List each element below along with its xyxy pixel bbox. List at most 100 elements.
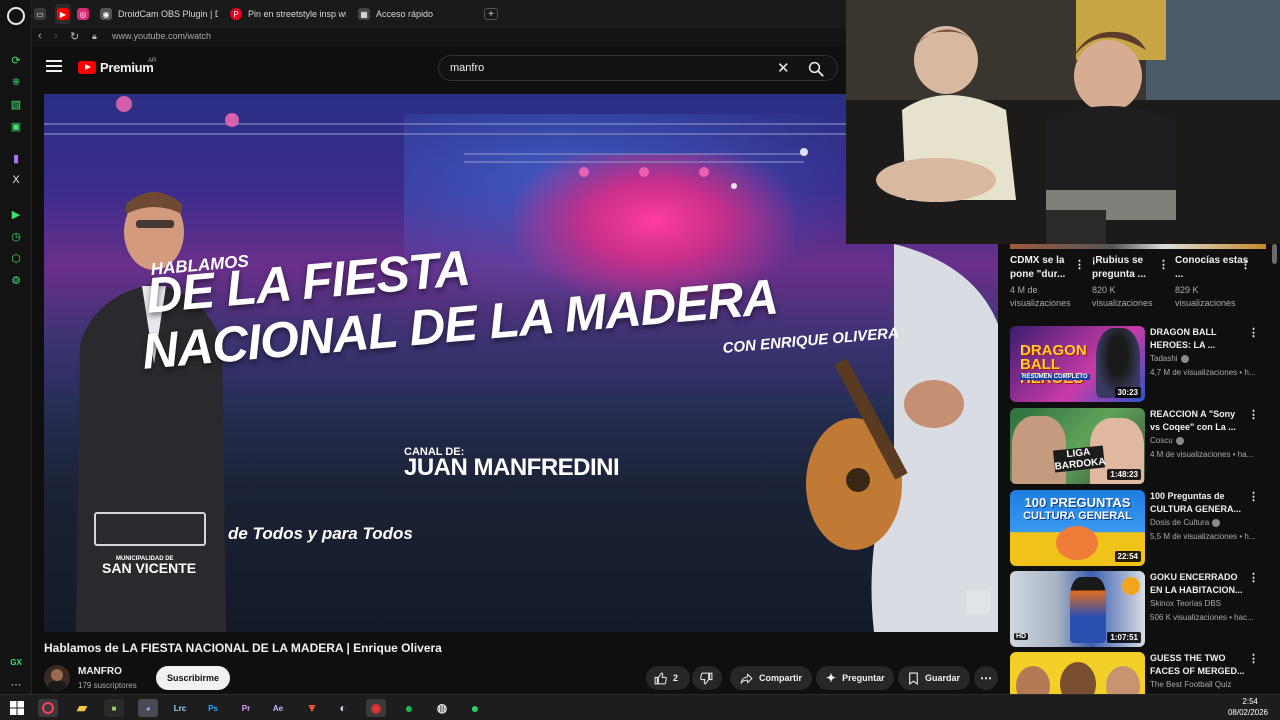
back-icon[interactable]: ‹ [38,30,42,42]
scrollbar[interactable] [1272,244,1277,264]
windows-start-icon[interactable] [10,701,24,715]
bookmark-icon [909,672,918,685]
search-icon[interactable] [807,60,825,78]
settings-icon[interactable]: ⚙ [8,272,24,288]
video-thumbnail [1010,652,1145,694]
droidcam-icon: ◉ [100,8,112,20]
channel-name[interactable]: The Best Football Quiz [1150,680,1231,689]
recommendation-item[interactable]: GUESS THE TWO FACES OF MERGED... The Bes… [1010,652,1266,694]
thumbnail-subtext: CULTURA GENERAL [1023,510,1132,522]
file-explorer-icon[interactable]: ▰ [72,699,92,717]
channel-line: Dosis de Cultura [1150,518,1221,527]
search-input[interactable] [450,62,760,74]
hamburger-menu-icon[interactable] [46,60,62,74]
sparkle-icon: ✦ [826,671,837,685]
discord-icon[interactable]: ◕ [138,699,158,717]
save-button[interactable]: Guardar [898,666,970,690]
lightroom-icon[interactable]: Lrc [170,699,190,717]
tab-label: DroidCam OBS Plugin | De [118,9,218,19]
video-menu-icon[interactable]: ⋮ [1248,571,1259,584]
ask-button[interactable]: ✦ Preguntar [816,666,894,690]
tab-youtube[interactable]: ▶ [55,4,71,24]
player-icon[interactable]: ▶ [8,206,24,222]
history-icon[interactable]: ◷ [8,228,24,244]
avatar[interactable] [44,665,70,691]
clear-search-icon[interactable]: ✕ [777,59,790,77]
browser-sidebar: ⟳ ⎈ ▧ ▣ ▮ X ▶ ◷ ⬡ ⚙ GX ⋯ [0,0,32,694]
short-menu-icon[interactable]: ⋮ [1240,258,1251,271]
clock-time[interactable]: 2:54 [1242,697,1258,706]
more-actions-icon[interactable]: ⋯ [974,666,998,690]
new-tab-button[interactable]: + [484,8,498,20]
recommendation-item[interactable]: DRAGON BALL HEROES RESUMEN COMPLETO 30:2… [1010,326,1266,404]
short-menu-icon[interactable]: ⋮ [1074,258,1085,271]
video-menu-icon[interactable]: ⋮ [1248,490,1259,503]
video-menu-icon[interactable]: ⋮ [1248,408,1259,421]
subscriber-count: 179 suscriptores [78,681,137,690]
video-menu-icon[interactable]: ⋮ [1248,326,1259,339]
video-title: GUESS THE TWO FACES OF MERGED... [1150,653,1245,676]
x-icon[interactable]: X [8,172,24,188]
subscribe-button[interactable]: Suscribirme [156,666,230,690]
taskbar: ▰ ■ ◕ Lrc Ps Pr Ae ▼ ◐ ◉ ● ◍ ● 2:54 08/0… [0,694,1280,720]
recommendation-item[interactable]: 100 PREGUNTAS CULTURA GENERAL 22:54 100 … [1010,490,1266,568]
tab-instagram[interactable]: ◎ [77,4,89,24]
tab-speed-dial[interactable]: ▦ Acceso rápido [358,4,468,24]
person-figure [1060,662,1096,694]
like-button[interactable]: 2 [646,666,690,690]
minecraft-icon[interactable]: ■ [104,699,124,717]
channel-name[interactable]: Skinox Teorías DBS [1150,599,1221,608]
tab-pinterest[interactable]: P Pin en streetstyle insp wit [230,4,346,24]
tab-droidcam[interactable]: ◉ DroidCam OBS Plugin | De [100,4,218,24]
video-meta: 5,5 M de visualizaciones • h... [1150,532,1256,541]
gamepad-icon[interactable]: ⎈ [8,74,24,90]
channel-name[interactable]: Coscu [1150,436,1173,445]
more-icon[interactable]: ⋯ [8,676,24,692]
forward-icon[interactable]: › [54,30,58,42]
gx-corner-icon[interactable]: GX [8,654,24,670]
extensions-icon[interactable]: ⬡ [8,250,24,266]
ask-label: Preguntar [842,673,885,683]
channel-line: The Best Football Quiz [1150,680,1231,689]
character-figure [1056,526,1098,560]
app-icon[interactable]: ◍ [432,699,452,717]
flow-icon[interactable]: ▧ [8,96,24,112]
tab-sidebar-toggle[interactable]: ▭ [34,4,46,24]
youtube-logo[interactable]: Premium [78,60,154,75]
channel-name[interactable]: Dosis de Cultura [1150,518,1209,527]
steam-icon[interactable]: ◐ [333,699,353,717]
dislike-button[interactable] [692,666,722,690]
channel-watermark-icon[interactable] [966,590,990,614]
recommendation-item[interactable]: LIGA BARDOKA 1:48:23 REACCION A "Sony vs… [1010,408,1266,486]
short-menu-icon[interactable]: ⋮ [1158,258,1169,271]
share-button[interactable]: Compartir [730,666,812,690]
channel-name[interactable]: Tadashi [1150,354,1178,363]
youtube-play-icon [78,61,96,74]
municipality-logo [94,512,206,546]
channel-name[interactable]: MANFRO [78,666,122,677]
thumbnail-subtext: RESUMEN COMPLETO [1020,374,1090,380]
video-menu-icon[interactable]: ⋮ [1248,652,1259,665]
opera-gx-logo-icon[interactable] [7,7,25,25]
whatsapp-icon[interactable]: ● [465,699,485,717]
premiere-icon[interactable]: Pr [236,699,256,717]
channel-line: Tadashi [1150,354,1189,363]
recommendation-item[interactable]: HD 1:07:51 GOKU ENCERRADO EN LA HABITACI… [1010,571,1266,649]
obs-icon[interactable]: ◉ [366,699,386,717]
messenger-icon[interactable]: ▣ [8,118,24,134]
grid-icon: ▦ [358,8,370,20]
thumbs-up-icon [654,672,667,684]
brave-icon[interactable]: ▼ [302,699,322,717]
refresh-icon[interactable]: ⟳ [8,52,24,68]
spotify-icon[interactable]: ● [399,699,419,717]
video-duration: 30:23 [1114,387,1141,398]
photoshop-icon[interactable]: Ps [203,699,223,717]
url-field[interactable]: www.youtube.com/watch [112,31,211,41]
webcam-feed [846,0,1280,244]
opera-gx-taskbar-icon[interactable] [38,699,58,717]
after-effects-icon[interactable]: Ae [268,699,288,717]
clock-date[interactable]: 08/02/2026 [1228,708,1268,717]
twitch-icon[interactable]: ▮ [8,150,24,166]
address-bar: ‹ › ↻ 🔒︎ www.youtube.com/watch [32,28,846,46]
reload-icon[interactable]: ↻ [70,30,79,43]
